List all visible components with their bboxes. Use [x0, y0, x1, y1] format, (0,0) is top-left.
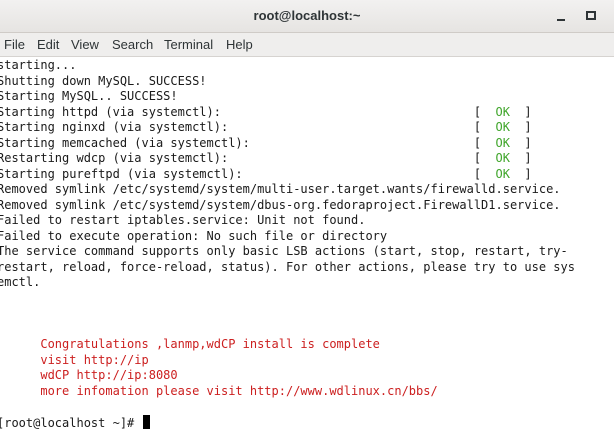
terminal-line: Failed to restart iptables.service: Unit… [0, 213, 365, 229]
line-text: The service command supports only basic … [0, 244, 568, 258]
terminal-line: Restarting wdcp (via systemctl): [ OK ] [0, 151, 532, 167]
line-text: emctl. [0, 275, 41, 289]
terminal-line: Starting pureftpd (via systemctl): [ OK … [0, 167, 532, 183]
status-ok-label: OK [495, 166, 510, 181]
terminal-line: more infomation please visit http://www.… [0, 383, 438, 400]
line-text: Removed symlink /etc/systemd/system/mult… [0, 182, 561, 196]
menu-view[interactable]: View [71, 33, 99, 56]
terminal-line: Failed to execute operation: No such fil… [0, 229, 387, 245]
status-indicator: [ OK ] [242, 166, 532, 181]
terminal-window: root@localhost:~ File Edit View Search T… [0, 0, 614, 436]
status-ok-label: OK [495, 151, 510, 165]
line-text: Starting nginxd (via systemctl): [0, 120, 229, 134]
menu-bar: File Edit View Search Terminal Help [0, 33, 614, 57]
line-text: Shutting down MySQL. SUCCESS! [0, 73, 207, 88]
terminal-line: visit http://ip [0, 352, 149, 369]
line-text: Failed to execute operation: No such fil… [0, 228, 388, 243]
terminal-line: wdCP http://ip:8080 [0, 368, 178, 384]
menu-file[interactable]: File [4, 33, 25, 56]
minimize-icon [557, 19, 565, 21]
status-indicator: [ OK ] [249, 135, 532, 150]
terminal-line: Removed symlink /etc/systemd/system/mult… [0, 182, 561, 198]
maximize-button[interactable] [583, 8, 599, 24]
terminal-line: Starting memcached (via systemctl): [ OK… [0, 136, 532, 152]
title-bar[interactable]: root@localhost:~ [0, 0, 614, 33]
line-text: more infomation please visit http://www.… [0, 383, 438, 398]
terminal-line: Starting httpd (via systemctl): [ OK ] [0, 105, 532, 121]
terminal-line: starting... [0, 58, 76, 74]
text-cursor [142, 414, 150, 429]
status-indicator: [ OK ] [228, 151, 532, 165]
window-title: root@localhost:~ [253, 8, 361, 23]
terminal-line: Starting nginxd (via systemctl): [ OK ] [0, 120, 532, 136]
line-text: starting... [0, 58, 77, 72]
line-text: wdCP http://ip:8080 [0, 368, 178, 382]
terminal-line: The service command supports only basic … [0, 244, 568, 260]
menu-help[interactable]: Help [226, 33, 253, 56]
line-text: Starting memcached (via systemctl): [0, 135, 250, 150]
status-ok-label: OK [495, 104, 510, 119]
menu-search[interactable]: Search [112, 33, 153, 56]
line-text: Removed symlink /etc/systemd/system/dbus… [0, 197, 561, 212]
status-ok-label: OK [495, 120, 510, 134]
status-indicator: [ OK ] [220, 104, 532, 119]
terminal-line: Congratulations ,lanmp,wdCP install is c… [0, 337, 380, 353]
terminal-line: restart, reload, force-reload, status). … [0, 260, 575, 276]
line-text: Failed to restart iptables.service: Unit… [0, 213, 366, 227]
line-text: restart, reload, force-reload, status). … [0, 259, 575, 274]
minimize-button[interactable] [553, 8, 569, 24]
shell-prompt-line: [root@localhost ~]# [0, 414, 150, 431]
menu-edit[interactable]: Edit [37, 33, 59, 56]
terminal-output[interactable]: starting... Shutting down MySQL. SUCCESS!… [0, 58, 614, 436]
line-text: Restarting wdcp (via systemctl): [0, 151, 229, 165]
status-ok-label: OK [495, 135, 510, 150]
line-text: Starting MySQL.. SUCCESS! [0, 89, 178, 103]
line-text: Starting httpd (via systemctl): [0, 104, 221, 119]
line-text: visit http://ip [0, 352, 149, 367]
shell-prompt: [root@localhost ~]# [0, 415, 142, 430]
terminal-line: Shutting down MySQL. SUCCESS! [0, 74, 207, 90]
maximize-icon [586, 11, 596, 20]
terminal-line: Starting MySQL.. SUCCESS! [0, 89, 178, 105]
menu-terminal[interactable]: Terminal [164, 33, 213, 56]
terminal-line: Removed symlink /etc/systemd/system/dbus… [0, 198, 561, 214]
line-text: Starting pureftpd (via systemctl): [0, 166, 243, 181]
status-indicator: [ OK ] [228, 120, 532, 134]
terminal-line: emctl. [0, 275, 40, 291]
line-text: Congratulations ,lanmp,wdCP install is c… [0, 337, 380, 351]
